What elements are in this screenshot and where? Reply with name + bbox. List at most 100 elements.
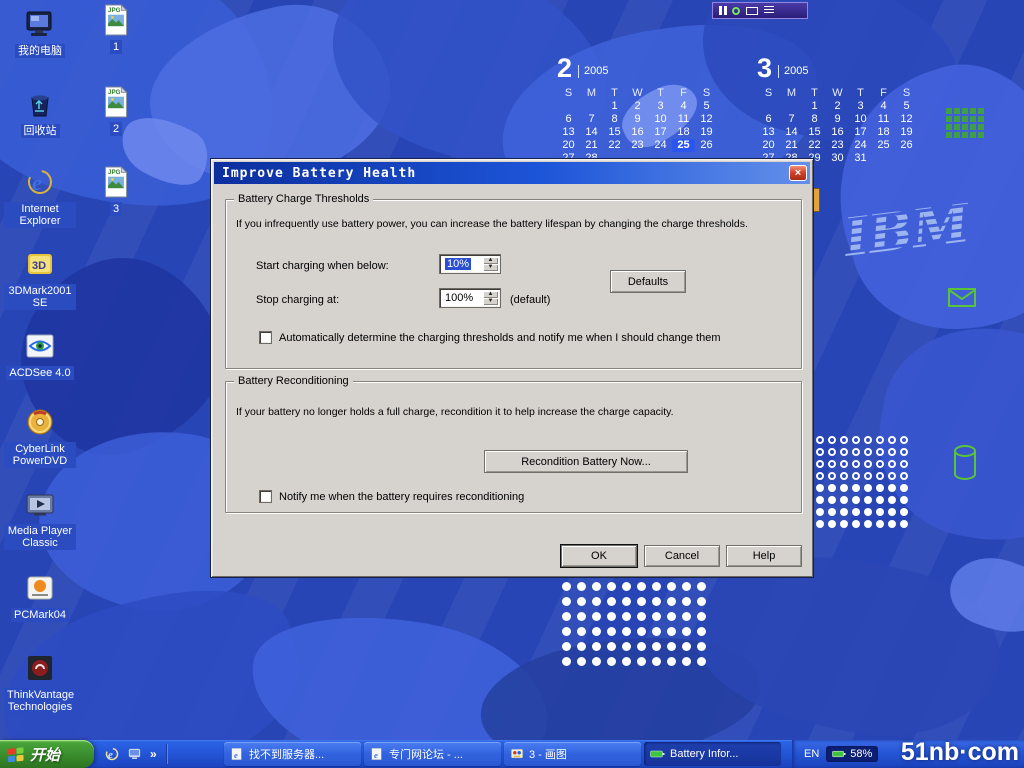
checkbox-icon[interactable]	[259, 331, 272, 344]
calendar-header: 3 2005	[757, 54, 918, 80]
wallpaper-dot	[840, 460, 848, 468]
start-charging-spinner[interactable]: 10% ▲▼	[439, 254, 501, 274]
desktop-icon-media-player-classic[interactable]: Media Player Classic	[4, 486, 76, 550]
wallpaper-green-square	[954, 116, 960, 122]
taskbar-divider	[166, 744, 167, 764]
desktop-icon-label: ThinkVantage Technologies	[4, 688, 76, 714]
task-button-forum[interactable]: e 专门网论坛 - ...	[364, 742, 501, 766]
wallpaper-dot	[828, 448, 836, 456]
wallpaper-dot	[876, 472, 884, 480]
recondition-battery-button[interactable]: Recondition Battery Now...	[484, 450, 688, 473]
wallpaper-dot	[852, 436, 860, 444]
powerdvd-icon	[23, 404, 57, 440]
desktop-icon-label: Media Player Classic	[4, 524, 76, 550]
desktop-icon-3dmark2001-se[interactable]: 3D 3DMark2001 SE	[4, 246, 76, 310]
desktop-icon-thinkvantage[interactable]: ThinkVantage Technologies	[4, 650, 76, 714]
desktop-icon-jpg-2[interactable]: JPG 2	[92, 84, 140, 136]
desktop-icon-pcmark04[interactable]: PCMark04	[4, 570, 76, 622]
quick-launch-ie-icon[interactable]: e	[104, 746, 120, 762]
watermark: 51nb·com	[901, 737, 1019, 767]
desktop-icon-jpg-1[interactable]: JPG 1	[92, 2, 140, 54]
start-charging-value[interactable]: 10%	[440, 255, 483, 273]
wallpaper-dot	[637, 657, 646, 666]
desktop-icon-internet-explorer[interactable]: e Internet Explorer	[4, 164, 76, 228]
calendar-day: 13	[557, 126, 580, 139]
notify-reconditioning-checkbox[interactable]: Notify me when the battery requires reco…	[259, 490, 524, 503]
wallpaper-dot	[637, 597, 646, 606]
calendar-day: 13	[757, 126, 780, 139]
checkbox-icon[interactable]	[259, 490, 272, 503]
wallpaper-dot-grid-bottom	[562, 582, 712, 672]
wallpaper-dot	[577, 657, 586, 666]
wallpaper-dot	[682, 627, 691, 636]
calendar-day: 24	[849, 139, 872, 152]
spin-up-icon[interactable]: ▲	[483, 291, 498, 298]
wallpaper-dot	[697, 642, 706, 651]
dialog-titlebar[interactable]: Improve Battery Health	[214, 162, 810, 184]
wallpaper-dot	[900, 472, 908, 480]
wallpaper-dot	[622, 642, 631, 651]
wallpaper-dot	[876, 496, 884, 504]
wallpaper-green-square	[962, 132, 968, 138]
stop-charging-value[interactable]: 100%	[440, 289, 483, 307]
stop-charging-spinner[interactable]: 100% ▲▼	[439, 288, 501, 308]
wallpaper-dot	[652, 657, 661, 666]
calendar-day: 26	[895, 139, 918, 152]
calendar-day: 5	[695, 100, 718, 113]
quick-launch-overflow-chevron[interactable]: »	[150, 747, 157, 761]
language-indicator[interactable]: EN	[804, 748, 819, 760]
calendar-day: 22	[603, 139, 626, 152]
help-button[interactable]: Help	[726, 545, 802, 567]
desktop-icon-acdsee[interactable]: ACDSee 4.0	[4, 328, 76, 380]
calendar-day: 30	[826, 152, 849, 165]
svg-text:JPG: JPG	[108, 89, 121, 96]
record-icon[interactable]	[732, 7, 740, 15]
task-button-server-not-found[interactable]: e 找不到服务器...	[224, 742, 361, 766]
calendar-weekday: W	[826, 87, 849, 100]
task-button-paint[interactable]: 3 - 画图	[504, 742, 641, 766]
start-button[interactable]: 开始	[0, 740, 94, 768]
show-desktop-icon[interactable]	[127, 746, 143, 762]
svg-text:e: e	[108, 749, 113, 761]
calendar-weekday: W	[626, 87, 649, 100]
wallpaper-dot	[816, 484, 824, 492]
floating-deskband[interactable]	[712, 2, 808, 19]
wallpaper-dot	[607, 597, 616, 606]
wallpaper-green-square	[962, 108, 968, 114]
calendar-day: 9	[826, 113, 849, 126]
calendar-day: 15	[603, 126, 626, 139]
defaults-button[interactable]: Defaults	[610, 270, 686, 293]
calendar-day: 21	[580, 139, 603, 152]
task-button-battery-information[interactable]: Battery Infor...	[644, 742, 781, 766]
desktop-icon-my-computer[interactable]: 我的电脑	[4, 6, 76, 58]
battery-indicator[interactable]: 58%	[826, 746, 878, 762]
desktop-icon-cyberlink-powerdvd[interactable]: CyberLink PowerDVD	[4, 404, 76, 468]
cancel-button[interactable]: Cancel	[644, 545, 720, 567]
pause-icon[interactable]	[719, 6, 722, 15]
desktop-icon-jpg-3[interactable]: JPG 3	[92, 164, 140, 216]
desktop-icon-recycle-bin[interactable]: 回收站	[4, 86, 76, 138]
paint-icon	[510, 747, 524, 761]
ok-button[interactable]: OK	[561, 545, 637, 567]
calendar-day: 10	[649, 113, 672, 126]
wallpaper-dot	[900, 436, 908, 444]
list-icon[interactable]	[764, 6, 774, 15]
wallpaper-dot	[592, 642, 601, 651]
wallpaper-dot	[577, 582, 586, 591]
wallpaper-dot	[864, 436, 872, 444]
calendar-month: 2	[557, 56, 572, 80]
auto-determine-checkbox[interactable]: Automatically determine the charging thr…	[259, 331, 720, 344]
spin-up-icon[interactable]: ▲	[483, 257, 498, 264]
spin-down-icon[interactable]: ▼	[483, 298, 498, 305]
mail-icon[interactable]	[746, 7, 758, 15]
calendar-day: 25	[672, 139, 695, 152]
default-note: (default)	[510, 294, 550, 306]
close-icon[interactable]: ×	[789, 165, 807, 181]
wallpaper-dot	[888, 496, 896, 504]
wallpaper-dot	[577, 612, 586, 621]
calendar-day: 9	[626, 113, 649, 126]
spin-down-icon[interactable]: ▼	[483, 264, 498, 271]
jpg-file-icon: JPG	[99, 164, 133, 200]
wallpaper-dot	[876, 520, 884, 528]
wallpaper-green-square	[970, 124, 976, 130]
